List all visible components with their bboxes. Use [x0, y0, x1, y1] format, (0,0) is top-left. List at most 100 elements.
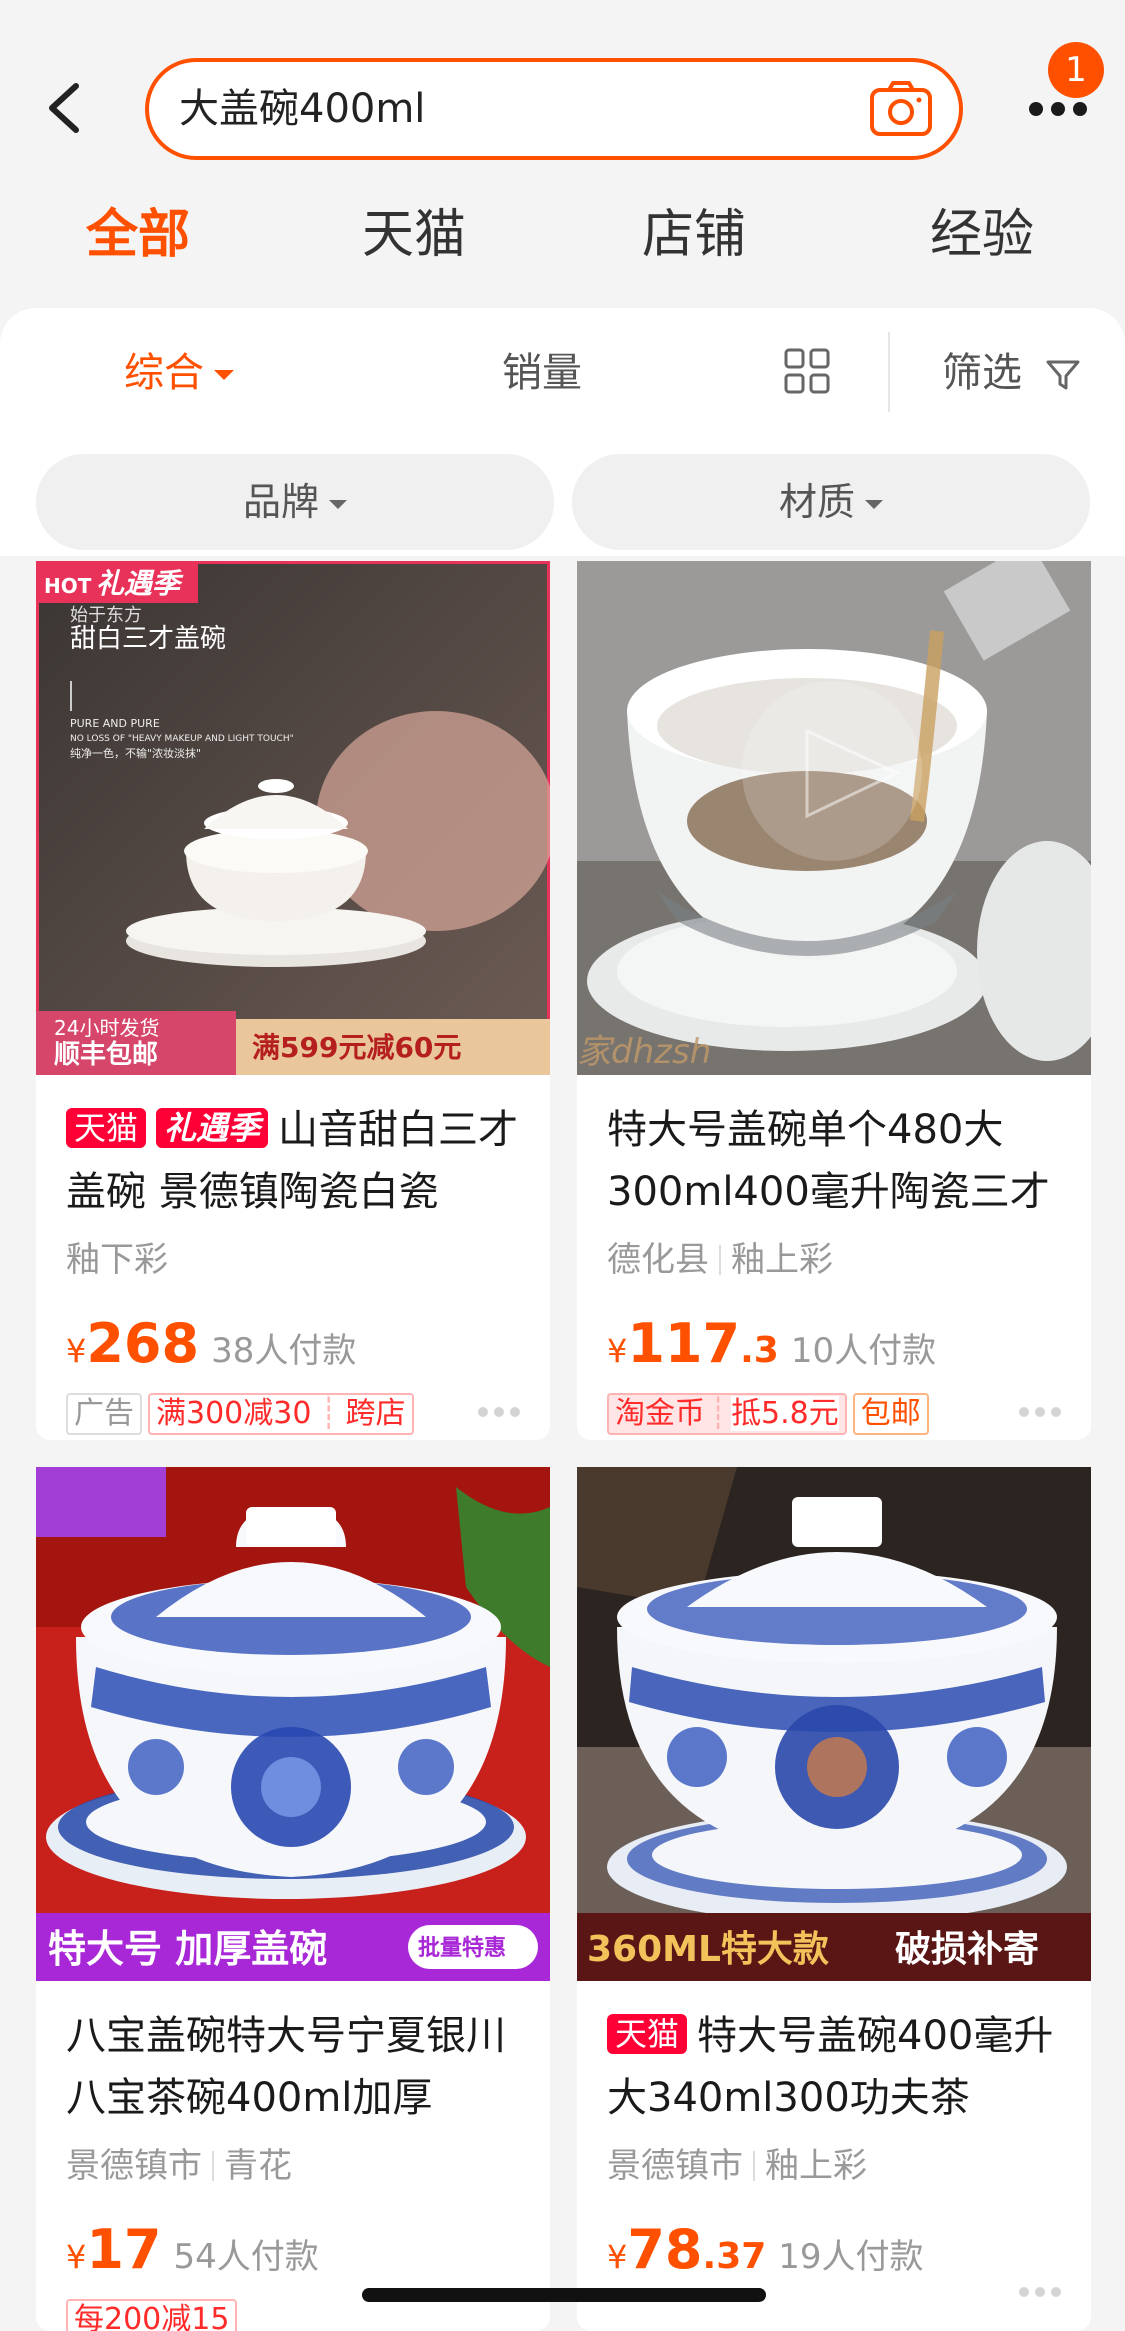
coin-tag: 淘金币 ┊ 抵5.8元 [607, 1393, 847, 1435]
search-input[interactable]: 大盖碗400ml [145, 58, 963, 160]
search-query[interactable]: 大盖碗400ml [179, 62, 425, 156]
more-options-icon[interactable] [1019, 1407, 1063, 1419]
product-image[interactable]: 家dhzsh [577, 561, 1091, 1075]
category-tabs: 全部 天猫 店铺 经验 [0, 190, 1125, 280]
tmall-badge: 天猫 [607, 2014, 688, 2054]
image-badge-2: 顺丰包邮 [54, 1039, 158, 1070]
sort-comprehensive-label: 综合 [124, 350, 204, 396]
image-headline: 甜白三才盖碗 [70, 624, 226, 654]
sales-count: 38人付款 [211, 1331, 357, 1371]
price-integer: 117 [627, 1312, 741, 1375]
promo-tags: 每200减15 [66, 2299, 243, 2331]
chip-brand-label: 品牌 [242, 480, 319, 524]
chevron-down-icon [329, 500, 347, 509]
product-attrs: 德化县 釉上彩 [607, 1237, 833, 1283]
sort-comprehensive[interactable]: 综合 [124, 338, 234, 408]
price-integer: 78 [627, 2218, 703, 2281]
yen-symbol: ¥ [66, 1332, 87, 1370]
promo-tag-text: 跨店 [345, 1396, 406, 1431]
product-image[interactable]: HOT 礼遇季 始于东方 甜白三才盖碗 PURE AND PURE NO LOS… [36, 561, 550, 1075]
chip-brand[interactable]: 品牌 [36, 454, 554, 550]
product-price: ¥268 38人付款 [66, 1311, 356, 1377]
more-options-icon[interactable] [1019, 2287, 1063, 2299]
product-price: ¥17 54人付款 [66, 2217, 319, 2283]
promo-tag: 每200减15 [66, 2299, 238, 2331]
chip-material[interactable]: 材质 [572, 454, 1090, 550]
image-discount: 满599元减60元 [252, 1031, 461, 1064]
promo-tag: 满300减30 ┊ 跨店 [148, 1393, 414, 1435]
product-attr: 釉上彩 [731, 1240, 833, 1280]
product-attrs: 釉下彩 [66, 1237, 168, 1283]
image-watermark: 家dhzsh [577, 1032, 711, 1072]
filter-button[interactable]: 筛选 [942, 338, 1081, 408]
yen-symbol: ¥ [66, 2238, 87, 2276]
product-title[interactable]: 特大号盖碗单个480大300ml400毫升陶瓷三才 [607, 1099, 1069, 1223]
price-integer: 268 [86, 1312, 200, 1375]
tab-tmall[interactable]: 天猫 [314, 190, 514, 280]
promo-tag-text: 淘金币 [615, 1396, 705, 1431]
sort-bar: 综合 销量 筛选 [0, 308, 1125, 436]
promo-tags: 广告 满300减30 ┊ 跨店 [66, 1393, 420, 1437]
message-count-badge: 1 [1048, 42, 1104, 98]
filter-label: 筛选 [942, 350, 1022, 396]
image-cn-small: 纯净一色，不输"浓妆淡抹" [70, 746, 201, 760]
back-icon[interactable] [40, 78, 90, 138]
image-banner-text: 特大号 加厚盖碗 [48, 1927, 327, 1971]
product-image[interactable]: 360ML特大款 破损补寄 [577, 1467, 1091, 1981]
tab-stores[interactable]: 店铺 [594, 190, 794, 280]
product-card[interactable]: 特大号 加厚盖碗 批量特惠 八宝盖碗特大号宁夏银川八宝茶碗400ml加厚 景德镇… [36, 1467, 550, 2331]
chevron-down-icon [214, 370, 234, 380]
yen-symbol: ¥ [607, 1332, 628, 1370]
promo-tag-text: 满300减30 [156, 1396, 312, 1431]
image-badge-1: 24小时发货 [54, 1016, 159, 1040]
free-shipping-tag: 包邮 [852, 1393, 929, 1435]
sort-sales[interactable]: 销量 [502, 338, 582, 408]
promo-event-badge: 礼遇季 [156, 1108, 269, 1148]
image-en-text-1: PURE AND PURE [70, 717, 160, 730]
more-menu-icon[interactable] [1025, 98, 1091, 122]
image-banner-left: 360ML特大款 [587, 1929, 829, 1970]
top-search-bar: 大盖碗400ml 1 [0, 0, 1125, 180]
yen-symbol: ¥ [607, 2238, 628, 2276]
product-attr: 景德镇市 [607, 2146, 743, 2186]
filter-icon [1046, 360, 1080, 390]
promo-tags: 淘金币 ┊ 抵5.8元 包邮 [607, 1393, 935, 1437]
promo-tag-text: 抵5.8元 [731, 1396, 839, 1431]
divider [888, 332, 890, 412]
product-card[interactable]: HOT 礼遇季 始于东方 甜白三才盖碗 PURE AND PURE NO LOS… [36, 561, 550, 1440]
chevron-down-icon [865, 500, 883, 509]
image-banner-right: 破损补寄 [895, 1929, 1039, 1970]
camera-icon[interactable] [869, 80, 933, 138]
product-price: ¥78.37 19人付款 [607, 2217, 924, 2283]
product-price: ¥117.3 10人付款 [607, 1311, 936, 1377]
image-ribbon-text: 礼遇季 [96, 567, 184, 600]
price-integer: 17 [86, 2218, 162, 2281]
grid-view-icon[interactable] [784, 348, 830, 394]
home-indicator [362, 2288, 766, 2302]
product-attrs: 景德镇市 釉上彩 [607, 2143, 867, 2189]
tab-all[interactable]: 全部 [38, 190, 238, 280]
product-title[interactable]: 天猫 特大号盖碗400毫升 大340ml300功夫茶 [607, 2005, 1069, 2129]
product-card[interactable]: 360ML特大款 破损补寄 天猫 特大号盖碗400毫升 大340ml300功夫茶 … [577, 1467, 1091, 2331]
image-hot-text: HOT [44, 574, 92, 598]
ad-tag: 广告 [66, 1393, 142, 1435]
sales-count: 19人付款 [778, 2237, 924, 2277]
product-image[interactable]: 特大号 加厚盖碗 批量特惠 [36, 1467, 550, 1981]
more-options-icon[interactable] [478, 1407, 522, 1419]
price-decimal: .3 [740, 1330, 779, 1371]
product-card[interactable]: 家dhzsh 特大号盖碗单个480大300ml400毫升陶瓷三才 德化县 釉上彩 … [577, 561, 1091, 1440]
product-attr: 釉上彩 [765, 2146, 867, 2186]
price-decimal: .37 [702, 2236, 767, 2277]
image-pill-text: 批量特惠 [418, 1935, 506, 1961]
tab-experience[interactable]: 经验 [882, 190, 1082, 280]
product-attr: 釉下彩 [66, 1240, 168, 1280]
sales-count: 54人付款 [173, 2237, 319, 2277]
chip-material-label: 材质 [778, 480, 855, 524]
tmall-badge: 天猫 [66, 1108, 147, 1148]
product-title[interactable]: 天猫 礼遇季 山音甜白三才盖碗 景德镇陶瓷白瓷 [66, 1099, 528, 1223]
product-title[interactable]: 八宝盖碗特大号宁夏银川八宝茶碗400ml加厚 [66, 2005, 528, 2129]
image-en-text-2: NO LOSS OF "HEAVY MAKEUP AND LIGHT TOUCH… [70, 734, 294, 744]
image-sub-text: 始于东方 [70, 605, 142, 626]
filter-chips: 品牌 材质 [0, 436, 1125, 556]
product-attr: 德化县 [607, 1240, 709, 1280]
